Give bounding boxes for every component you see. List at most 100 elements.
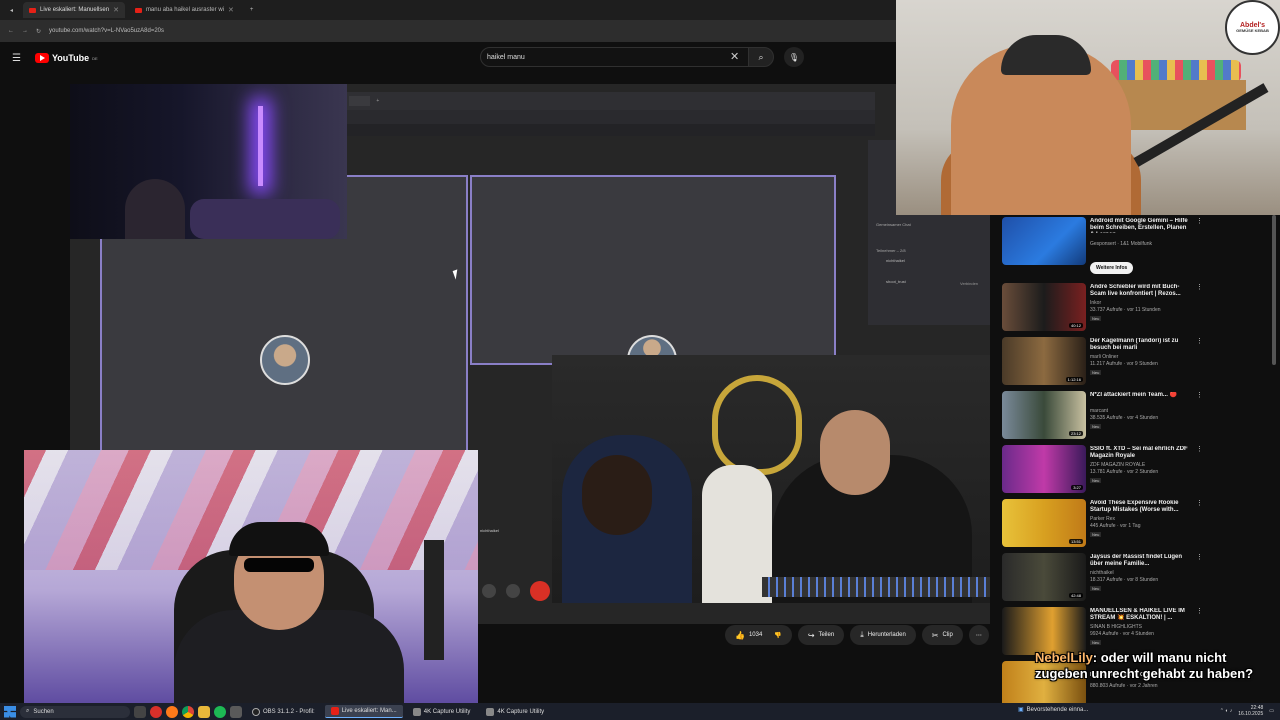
search-button[interactable]: ⌕ (748, 47, 774, 67)
url-field[interactable]: youtube.com/watch?v=L-NVao5uzA8d=20s (49, 28, 164, 34)
clear-search-icon[interactable]: ✕ (730, 50, 739, 63)
call-controls (478, 578, 558, 604)
video-meta: 18.317 Aufrufe · vor 8 Stunden (1090, 577, 1159, 583)
video-thumbnail: 13:51 (1002, 499, 1086, 547)
connect-button[interactable]: Verbinden (960, 281, 978, 286)
streamer-cap (229, 522, 329, 556)
share-icon: ↪ (807, 630, 815, 640)
taskbar-app-browser[interactable]: Live eskaliert: Man... (324, 705, 403, 718)
more-options-icon[interactable]: ⋮ (1196, 337, 1203, 345)
video-channel: marli Onliner (1090, 354, 1119, 360)
more-info-button[interactable]: Weitere Infos (1090, 262, 1134, 274)
reload-icon[interactable]: ↻ (36, 28, 41, 35)
new-badge: Neu (1090, 478, 1102, 483)
neon-light (258, 106, 263, 186)
like-button[interactable]: 👍 1034 👎 (725, 625, 792, 645)
video-title: Jaysus der Rassist findet Lügen über mei… (1090, 554, 1183, 567)
calendar-notification[interactable]: ▣ Bevorstehende einna... (1018, 706, 1088, 714)
taskbar-app-capture[interactable]: 4K Capture Utility (480, 705, 550, 718)
more-options-icon[interactable]: ⋮ (1196, 217, 1203, 225)
forward-icon[interactable]: → (22, 28, 28, 34)
more-options-icon[interactable]: ⋮ (1196, 553, 1203, 561)
video-meta: 880.803 Aufrufe · vor 2 Jahren (1090, 683, 1158, 689)
video-meta: 9924 Aufrufe · vor 4 Stunden (1090, 631, 1154, 637)
back-icon[interactable]: ← (8, 28, 14, 34)
streamer-webcam (24, 450, 478, 706)
video-title: André Schiebler wird mit Buch-Scam live … (1090, 284, 1181, 297)
voice-search-button[interactable]: 🎙 (784, 47, 804, 67)
video-channel: marcant (1090, 408, 1109, 414)
tray-icons[interactable]: ⌃ ◐ ♪ (1220, 708, 1233, 714)
add-icon: + (376, 98, 380, 104)
taskbar-app-capture[interactable]: 4K Capture Utility (407, 705, 477, 718)
firefox-icon[interactable] (166, 705, 178, 718)
recommendation-item[interactable]: 40:12 André Schiebler wird mit Buch-Scam… (1000, 281, 1280, 333)
video-channel: Inkor (1090, 300, 1102, 306)
recommendation-item[interactable]: 23:12 N*ZI attackiert mein Team... 🔴 mar… (1000, 389, 1280, 441)
tab-label: Live eskaliert: Manuellsen (40, 7, 110, 13)
recommendation-item[interactable]: 42:48 Jaysus der Rassist findet Lügen üb… (1000, 551, 1280, 603)
podcast-video (552, 355, 990, 603)
recommendation-ad[interactable]: Android mit Google Gemini – Hilfe beim S… (1000, 215, 1280, 274)
search-input[interactable]: haikel manu (480, 47, 750, 67)
hang-up-button[interactable] (530, 581, 550, 601)
clock[interactable]: 22:48 16.10.2025 (1238, 705, 1263, 717)
tab-nav-back[interactable]: ◂ (4, 2, 19, 18)
video-title: MANUELLSEN & HAIKEL LIVE IM STREAM 💥 ESK… (1090, 608, 1185, 621)
call-participant-tile (470, 175, 836, 365)
chrome-icon[interactable] (182, 705, 194, 718)
download-button[interactable]: ⤓ Herunterladen (850, 625, 916, 645)
new-badge: Neu (1090, 640, 1102, 645)
call-name-tag: nichthaikel (480, 528, 499, 533)
folder-icon[interactable] (198, 705, 210, 718)
clip-button[interactable]: ✂ Clip (921, 625, 963, 645)
windows-start-icon[interactable] (4, 705, 16, 718)
sidebar-scrollbar[interactable] (1272, 215, 1276, 365)
more-icon: ⋯ (975, 632, 982, 639)
app-icon[interactable] (150, 705, 162, 718)
youtube-favicon-icon (330, 707, 339, 715)
microphone-icon: 🎙 (788, 52, 800, 62)
recommendation-item[interactable]: 1:12:16 Der Kagelmann (Tandori) ist zu b… (1000, 335, 1280, 387)
notification-icon[interactable]: ▭ (1269, 708, 1274, 714)
taskbar-search[interactable]: ⌕ Suchen (20, 705, 130, 718)
duration-badge: 40:12 (1068, 323, 1083, 328)
camera-button[interactable] (506, 584, 520, 598)
taskbar-app-obs[interactable]: OBS 31.1.2 - Profil: (246, 705, 321, 718)
duration-badge: 1:12:16 (1065, 377, 1083, 382)
video-actions: 👍 1034 👎 ↪ Teilen ⤓ Herunterladen ✂ Clip… (725, 625, 989, 645)
download-label: Herunterladen (867, 632, 906, 638)
more-options-icon[interactable]: ⋮ (1196, 499, 1203, 507)
browser-tab-1[interactable]: Live eskaliert: Manuellsen ✕ (23, 2, 125, 18)
more-button[interactable]: ⋯ (968, 625, 989, 645)
task-view-icon[interactable] (134, 705, 146, 718)
recommendation-item[interactable]: 13:51 Avoid These Expensive Rookie Start… (1000, 497, 1280, 549)
video-meta: 33.737 Aufrufe · vor 11 Stunden (1090, 307, 1161, 313)
thumbs-up-icon: 👍 (735, 630, 745, 640)
taskbar-app-label: Live eskaliert: Man... (341, 708, 397, 714)
video-channel: SINAN B HIGHLIGHTS (1090, 624, 1142, 630)
podcast-logo (712, 375, 802, 475)
spotify-icon[interactable] (214, 705, 226, 718)
thumbs-down-icon[interactable]: 👎 (774, 632, 781, 639)
new-tab-button[interactable]: + (244, 2, 260, 18)
taskbar-app-label: 4K Capture Utility (423, 708, 471, 715)
more-options-icon[interactable]: ⋮ (1196, 445, 1203, 453)
menu-icon[interactable]: ☰ (12, 53, 21, 64)
browser-tab-2[interactable]: manu aba haikel ausraster wi ✕ (129, 2, 240, 18)
share-button[interactable]: ↪ Teilen (797, 625, 845, 645)
calendar-icon: ▣ (1018, 707, 1024, 713)
obs-icon (252, 707, 260, 716)
more-options-icon[interactable]: ⋮ (1196, 283, 1203, 291)
youtube-logo[interactable]: YouTube DE (34, 53, 98, 63)
close-icon[interactable]: ✕ (228, 6, 234, 14)
more-options-icon[interactable]: ⋮ (1196, 607, 1203, 615)
capture-icon (486, 707, 495, 716)
logo-subtitle: GEMÜSE KEBAB (1236, 28, 1269, 33)
app-icon[interactable] (230, 705, 242, 718)
more-options-icon[interactable]: ⋮ (1196, 391, 1203, 399)
mute-button[interactable] (482, 584, 496, 598)
recommendation-item[interactable]: 3:27 SSIO ft. XTD – Sei mal ehrlich ZDF … (1000, 443, 1280, 495)
chat-username: NebelLily (1035, 650, 1093, 665)
close-icon[interactable]: ✕ (113, 6, 119, 14)
